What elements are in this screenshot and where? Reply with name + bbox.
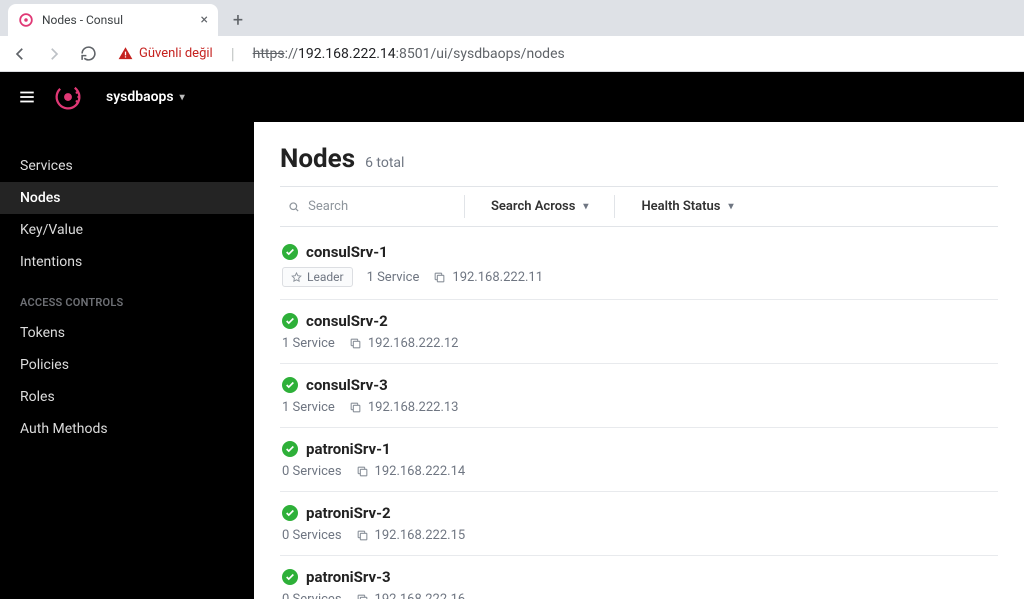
page-subtitle: 6 total <box>365 155 404 171</box>
status-healthy-icon <box>282 313 298 329</box>
url-separator: | <box>231 44 235 63</box>
node-meta: 1 Service 192.168.222.12 <box>282 336 996 351</box>
status-healthy-icon <box>282 505 298 521</box>
access-controls-heading: ACCESS CONTROLS <box>0 278 254 317</box>
warning-icon <box>118 46 133 61</box>
forward-button[interactable] <box>44 44 64 64</box>
node-row[interactable]: consulSrv-1 Leader 1 Service 192.168.222.11 <box>280 231 998 300</box>
node-ip[interactable]: 192.168.222.14 <box>356 464 466 479</box>
node-ip[interactable]: 192.168.222.11 <box>433 270 543 285</box>
node-services-count: 1 Service <box>282 400 335 415</box>
status-healthy-icon <box>282 377 298 393</box>
node-row[interactable]: consulSrv-3 1 Service 192.168.222.13 <box>280 364 998 428</box>
reload-button[interactable] <box>78 44 98 64</box>
url-path: :8501/ui/sysdbaops/nodes <box>396 46 565 62</box>
address-bar[interactable]: https://192.168.222.14:8501/ui/sysdbaops… <box>253 46 565 62</box>
status-healthy-icon <box>282 569 298 585</box>
url-host: 192.168.222.14 <box>298 46 396 62</box>
copy-icon <box>356 465 369 478</box>
node-row[interactable]: patroniSrv-2 0 Services 192.168.222.15 <box>280 492 998 556</box>
sidebar-item-policies[interactable]: Policies <box>0 349 254 381</box>
new-tab-button[interactable]: + <box>224 6 252 34</box>
security-label: Güvenli değil <box>139 46 213 61</box>
node-name: patroniSrv-1 <box>306 440 391 458</box>
back-button[interactable] <box>10 44 30 64</box>
node-ip[interactable]: 192.168.222.13 <box>349 400 459 415</box>
tab-title: Nodes - Consul <box>42 13 123 27</box>
status-healthy-icon <box>282 244 298 260</box>
hamburger-icon <box>18 88 36 106</box>
node-name: patroniSrv-2 <box>306 504 391 522</box>
node-meta: 0 Services 192.168.222.15 <box>282 528 996 543</box>
browser-toolbar: Güvenli değil | https://192.168.222.14:8… <box>0 36 1024 72</box>
node-name: consulSrv-1 <box>306 243 388 261</box>
sidebar-item-services[interactable]: Services <box>0 150 254 182</box>
node-row[interactable]: patroniSrv-1 0 Services 192.168.222.14 <box>280 428 998 492</box>
page-title: Nodes <box>280 144 355 174</box>
divider <box>614 195 615 218</box>
node-services-count: 0 Services <box>282 464 342 479</box>
sidebar: ServicesNodesKey/ValueIntentions ACCESS … <box>0 122 254 599</box>
chevron-down-icon: ▾ <box>180 92 185 103</box>
node-services-count: 1 Service <box>367 270 420 285</box>
node-meta: 0 Services 192.168.222.16 <box>282 592 996 599</box>
health-status-filter[interactable]: Health Status ▾ <box>629 195 745 218</box>
node-list: consulSrv-1 Leader 1 Service 192.168.222.11… <box>280 231 998 599</box>
filter-label: Health Status <box>641 199 720 214</box>
node-services-count: 1 Service <box>282 336 335 351</box>
page-header: Nodes 6 total <box>280 144 998 174</box>
search-across-filter[interactable]: Search Across ▾ <box>479 195 600 218</box>
app-header: sysdbaops ▾ <box>0 72 1024 122</box>
url-scheme: https <box>253 46 285 62</box>
sidebar-item-tokens[interactable]: Tokens <box>0 317 254 349</box>
node-ip[interactable]: 192.168.222.12 <box>349 336 459 351</box>
node-name: consulSrv-2 <box>306 312 388 330</box>
consul-logo[interactable] <box>54 83 82 111</box>
copy-icon <box>349 337 362 350</box>
datacenter-select[interactable]: sysdbaops ▾ <box>106 89 185 105</box>
close-tab-icon[interactable]: × <box>201 12 208 28</box>
status-healthy-icon <box>282 441 298 457</box>
datacenter-label: sysdbaops <box>106 89 174 105</box>
security-warning[interactable]: Güvenli değil <box>118 46 213 61</box>
node-meta: 1 Service 192.168.222.13 <box>282 400 996 415</box>
browser-tab[interactable]: Nodes - Consul × <box>8 4 218 36</box>
divider <box>464 195 465 218</box>
node-row[interactable]: consulSrv-2 1 Service 192.168.222.12 <box>280 300 998 364</box>
copy-icon <box>356 593 369 599</box>
filter-label: Search Across <box>491 199 575 214</box>
menu-toggle-button[interactable] <box>18 88 36 106</box>
consul-favicon <box>18 12 34 28</box>
copy-icon <box>433 271 446 284</box>
search-box[interactable] <box>280 195 450 218</box>
node-row[interactable]: patroniSrv-3 0 Services 192.168.222.16 <box>280 556 998 599</box>
search-icon <box>288 200 300 214</box>
node-meta: Leader 1 Service 192.168.222.11 <box>282 267 996 287</box>
node-ip[interactable]: 192.168.222.16 <box>356 592 466 599</box>
copy-icon <box>349 401 362 414</box>
sidebar-item-key-value[interactable]: Key/Value <box>0 214 254 246</box>
leader-badge: Leader <box>282 267 353 287</box>
chevron-down-icon: ▾ <box>583 201 588 212</box>
search-input[interactable] <box>308 199 442 214</box>
sidebar-item-auth-methods[interactable]: Auth Methods <box>0 413 254 445</box>
sidebar-item-intentions[interactable]: Intentions <box>0 246 254 278</box>
chevron-down-icon: ▾ <box>728 201 733 212</box>
node-meta: 0 Services 192.168.222.14 <box>282 464 996 479</box>
copy-icon <box>356 529 369 542</box>
node-name: patroniSrv-3 <box>306 568 391 586</box>
node-name: consulSrv-3 <box>306 376 388 394</box>
sidebar-item-roles[interactable]: Roles <box>0 381 254 413</box>
node-services-count: 0 Services <box>282 528 342 543</box>
browser-tab-strip: Nodes - Consul × + <box>0 0 1024 36</box>
filter-bar: Search Across ▾ Health Status ▾ <box>280 186 998 227</box>
main-content: Nodes 6 total Search Across ▾ Health Sta… <box>254 122 1024 599</box>
node-services-count: 0 Services <box>282 592 342 599</box>
app-body: ServicesNodesKey/ValueIntentions ACCESS … <box>0 122 1024 599</box>
sidebar-item-nodes[interactable]: Nodes <box>0 182 254 214</box>
node-ip[interactable]: 192.168.222.15 <box>356 528 466 543</box>
